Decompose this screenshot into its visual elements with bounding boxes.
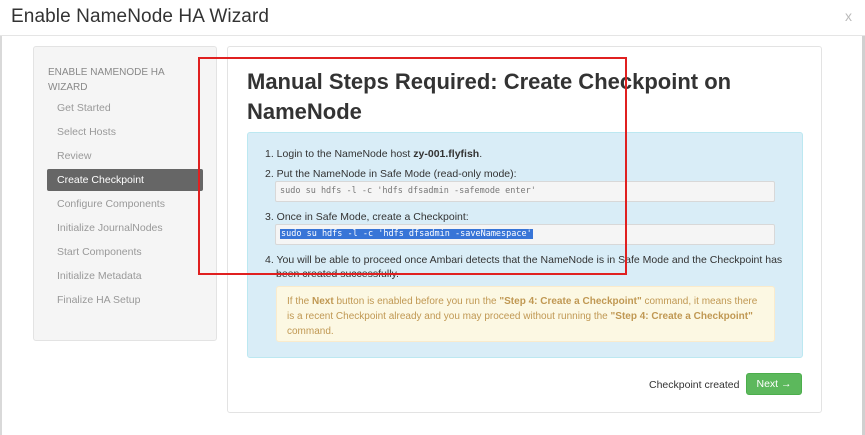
sidebar-item-create-checkpoint[interactable]: Create Checkpoint (47, 169, 203, 191)
sidebar-header: ENABLE NAMENODE HA WIZARD (48, 67, 165, 93)
wizard-sidebar: ENABLE NAMENODE HA WIZARD Get Started Se… (33, 46, 217, 341)
next-button[interactable]: Next → (746, 373, 802, 395)
step-1-text: 1. Login to the NameNode host (265, 148, 414, 160)
sidebar-item-review[interactable]: Review (47, 145, 203, 167)
warning-next-bold: Next (312, 296, 334, 307)
modal-header: Enable NameNode HA Wizard x (0, 0, 865, 36)
instructions-box: 1. Login to the NameNode host zy-001.fly… (247, 132, 803, 358)
checkpoint-status: Checkpoint created (649, 379, 740, 391)
warning-step-bold-2: "Step 4: Create a Checkpoint" (610, 311, 753, 322)
wizard-content: Manual Steps Required: Create Checkpoint… (227, 46, 822, 413)
sidebar-item-configure-components[interactable]: Configure Components (47, 193, 203, 215)
sidebar-item-select-hosts[interactable]: Select Hosts (47, 121, 203, 143)
checkpoint-command[interactable]: sudo su hdfs -l -c 'hdfs dfsadmin -saveN… (275, 224, 775, 245)
step-4-line-2: been created successfully. (276, 268, 399, 280)
step-1: 1. Login to the NameNode host zy-001.fly… (265, 147, 482, 161)
close-icon[interactable]: x (845, 8, 852, 24)
sidebar-item-get-started[interactable]: Get Started (47, 97, 203, 119)
namenode-host: zy-001.flyfish (413, 148, 480, 160)
left-edge (0, 36, 2, 435)
safemode-command[interactable]: sudo su hdfs -l -c 'hdfs dfsadmin -safem… (275, 181, 775, 202)
warning-alert: If the Next button is enabled before you… (276, 286, 775, 342)
modal-title: Enable NameNode HA Wizard (11, 6, 270, 27)
warning-step-bold-1: "Step 4: Create a Checkpoint" (499, 296, 642, 307)
sidebar-item-initialize-journalnodes[interactable]: Initialize JournalNodes (47, 217, 203, 239)
step-1-suffix: . (479, 148, 483, 160)
step-3: 3. Once in Safe Mode, create a Checkpoin… (265, 211, 469, 223)
sidebar-item-initialize-metadata[interactable]: Initialize Metadata (47, 265, 203, 287)
sidebar-item-finalize-ha-setup[interactable]: Finalize HA Setup (47, 289, 203, 311)
warning-text-2: button is enabled before you run the (333, 296, 500, 307)
step-4: 4. You will be able to proceed once Amba… (265, 253, 790, 281)
step-2: 2. Put the NameNode in Safe Mode (read-o… (265, 168, 517, 180)
step-4-line-1: 4. You will be able to proceed once Amba… (265, 254, 783, 266)
sidebar-item-start-components[interactable]: Start Components (47, 241, 203, 263)
selected-command-text[interactable]: sudo su hdfs -l -c 'hdfs dfsadmin -saveN… (280, 229, 533, 239)
warning-text-4: command. (287, 326, 334, 337)
page-title: Manual Steps Required: Create Checkpoint… (247, 69, 732, 124)
warning-text-1: If the (287, 296, 313, 307)
